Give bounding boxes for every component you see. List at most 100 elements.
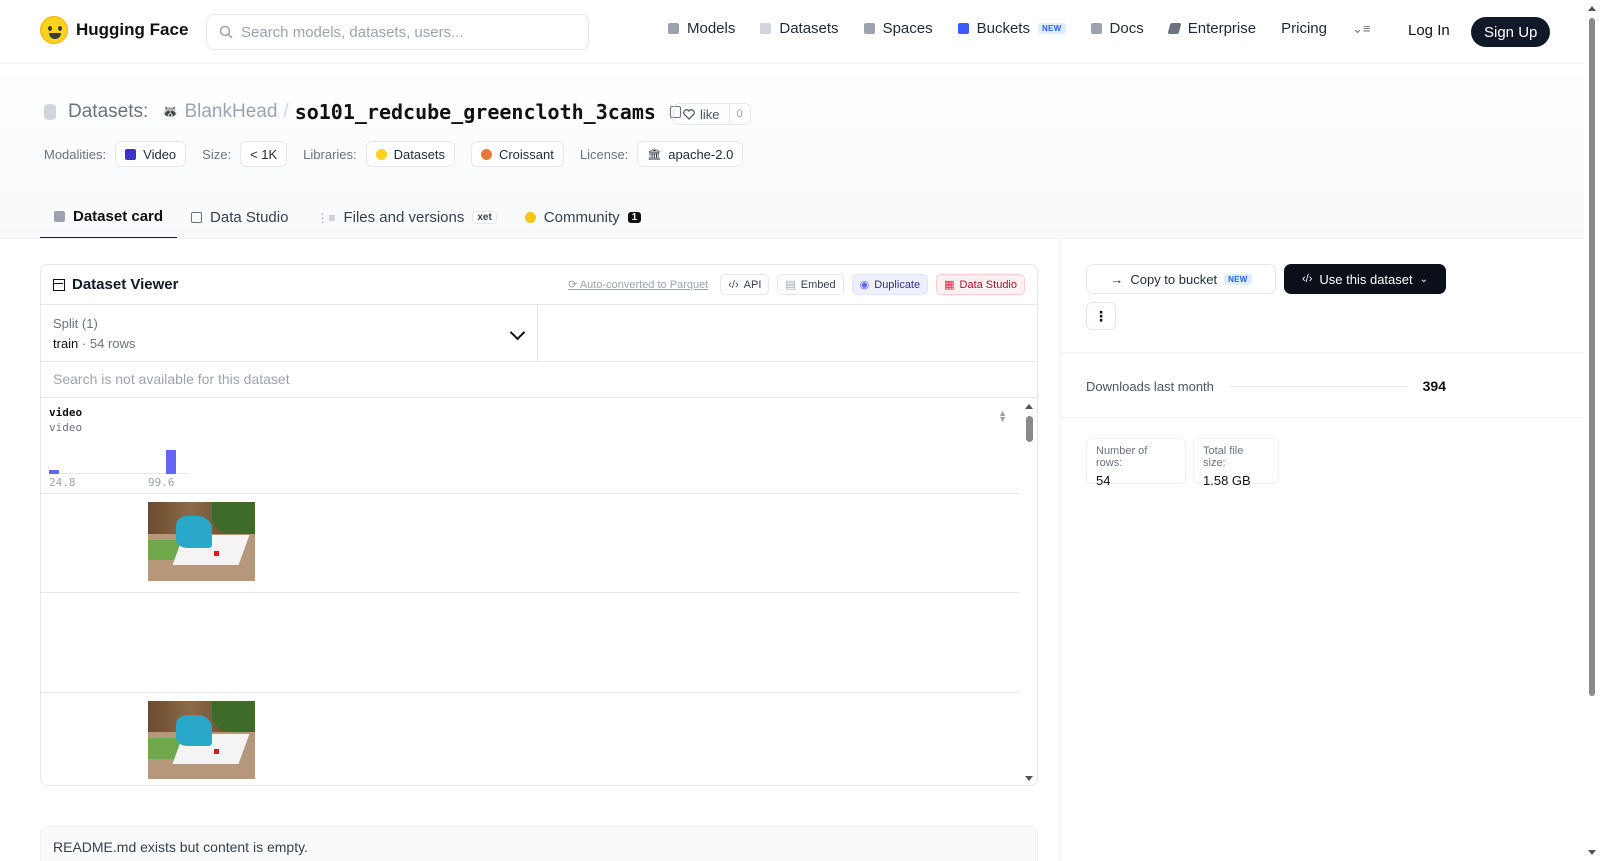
split-selector[interactable]: Split (1) train · 54 rows — [41, 305, 538, 361]
viewer-title: Dataset Viewer — [53, 276, 178, 293]
tab-dataset-card[interactable]: Dataset card — [40, 196, 178, 239]
table-icon — [53, 278, 65, 291]
repo-name[interactable]: so101_redcube_greencloth_3cams — [295, 100, 656, 124]
nav-buckets[interactable]: Buckets NEW — [957, 20, 1066, 37]
nav-enterprise[interactable]: Enterprise — [1167, 20, 1256, 37]
use-this-dataset-button[interactable]: ‹/› Use this dataset ⌄ — [1284, 264, 1446, 294]
embed-button[interactable]: ▤ Embed — [777, 274, 844, 295]
breadcrumb: Datasets: 🦝 BlankHead / so101_redcube_gr… — [44, 100, 681, 124]
sort-icon[interactable]: ▲ ▼ — [998, 409, 1007, 424]
nav-pricing[interactable]: Pricing — [1281, 20, 1327, 37]
histogram-min-label: 24.8 — [49, 476, 76, 489]
license-chip[interactable]: 🏛 apache-2.0 — [637, 141, 744, 167]
like-button[interactable]: like 0 — [673, 103, 751, 125]
license-label: License: — [579, 146, 629, 162]
duplicate-button[interactable]: ◉ Duplicate — [851, 274, 929, 295]
heart-icon — [683, 108, 695, 120]
hugging-face-logo-icon — [40, 16, 68, 44]
repo-type-label[interactable]: Datasets: — [68, 101, 148, 123]
data-studio-button[interactable]: ▦ Data Studio — [936, 274, 1025, 295]
file-size-stat: Total file size: 1.58 GB — [1193, 438, 1279, 488]
page-scrollbar-thumb[interactable] — [1589, 18, 1595, 696]
library-chip-datasets[interactable]: Datasets — [365, 141, 455, 167]
more-options-button[interactable]: ⋮ — [1086, 302, 1116, 330]
data-table: video video 24.8 99.6 ▲ ▼ — [41, 398, 1037, 785]
downloads-value: 394 — [1422, 378, 1446, 394]
search-icon — [219, 25, 233, 39]
bank-icon: 🏛 — [647, 148, 662, 161]
database-icon — [44, 104, 56, 120]
sidebar-separator — [1061, 417, 1584, 418]
rows-stat: Number of rows: 54 — [1086, 438, 1186, 488]
downloads-stat: Downloads last month 394 — [1086, 378, 1446, 394]
table-row[interactable] — [41, 693, 1019, 785]
nav-datasets[interactable]: Datasets — [760, 20, 839, 37]
column-name: video — [49, 406, 83, 419]
scroll-up-arrow-icon[interactable] — [1025, 404, 1033, 409]
table-row[interactable] — [41, 494, 1019, 593]
scroll-down-arrow-icon[interactable] — [1025, 776, 1033, 781]
signup-button[interactable]: Sign Up — [1471, 17, 1551, 47]
scrollbar-thumb[interactable] — [1026, 416, 1033, 442]
viewer-search-disabled: Search is not available for this dataset — [41, 362, 1037, 398]
nav-spaces[interactable]: Spaces — [863, 20, 933, 37]
login-link[interactable]: Log In — [1408, 22, 1450, 39]
video-icon — [125, 148, 137, 160]
xet-badge: xet — [472, 211, 497, 224]
tab-files-and-versions[interactable]: ⋮≡ Files and versions xet — [302, 196, 510, 239]
split-label: Split (1) — [53, 316, 98, 331]
histogram-bar[interactable] — [166, 450, 176, 474]
file-size-value: 1.58 GB — [1203, 473, 1251, 488]
main-nav: Models Datasets Spaces Buckets NEW Docs E… — [668, 20, 1400, 37]
dataset-metadata: Modalities: Video Size: < 1K Libraries: … — [44, 141, 759, 167]
tab-community[interactable]: Community 1 — [511, 196, 655, 239]
home-logo[interactable]: Hugging Face — [40, 16, 188, 44]
library-chip-croissant[interactable]: Croissant — [470, 141, 564, 167]
scroll-up-arrow-icon[interactable] — [1588, 6, 1596, 11]
copy-to-bucket-button[interactable]: → Copy to bucket NEW — [1086, 264, 1276, 294]
enterprise-icon — [1167, 23, 1182, 34]
rows-label: Number of rows: — [1096, 445, 1148, 469]
repo-owner-link[interactable]: BlankHead — [184, 101, 277, 123]
video-thumbnail[interactable] — [148, 502, 255, 581]
modality-chip[interactable]: Video — [115, 141, 187, 167]
nav-models[interactable]: Models — [668, 20, 735, 37]
global-search[interactable] — [206, 14, 589, 50]
table-scrollbar[interactable] — [1023, 398, 1037, 785]
arrow-right-icon: → — [1110, 271, 1124, 287]
new-badge: NEW — [1224, 273, 1252, 285]
size-label: Size: — [202, 146, 232, 162]
video-thumbnail[interactable] — [148, 701, 255, 779]
owner-avatar-icon: 🦝 — [162, 104, 179, 119]
histogram-bar[interactable] — [49, 470, 59, 474]
tab-data-studio[interactable]: Data Studio — [177, 196, 302, 239]
auto-converted-link[interactable]: ⟳ Auto-converted to Parquet — [568, 278, 708, 291]
size-chip[interactable]: < 1K — [240, 141, 288, 167]
table-icon: ▦ — [944, 279, 955, 291]
database-icon — [760, 23, 772, 34]
hugging-face-icon — [375, 148, 387, 160]
column-header-video[interactable]: video video 24.8 99.6 ▲ ▼ — [41, 398, 1019, 494]
scroll-down-arrow-icon[interactable] — [1588, 850, 1596, 855]
downloads-sparkline — [1229, 385, 1407, 387]
nav-docs[interactable]: Docs — [1090, 20, 1144, 37]
croissant-icon — [480, 148, 492, 160]
column-histogram[interactable] — [49, 446, 189, 474]
sidebar-divider — [1060, 239, 1061, 861]
table-row[interactable] — [41, 593, 1019, 693]
chevron-down-icon: ⌄ — [1419, 273, 1428, 285]
tabs-divider — [0, 238, 1584, 239]
top-navbar: Hugging Face Models Datasets Spaces Buck… — [0, 0, 1584, 64]
page-scrollbar[interactable] — [1584, 0, 1600, 861]
more-menu-icon[interactable]: ⌄≡ — [1352, 21, 1370, 37]
split-row: Split (1) train · 54 rows — [41, 305, 1037, 362]
like-count: 0 — [736, 108, 743, 120]
repo-tabs: Dataset card Data Studio ⋮≡ Files and ver… — [40, 196, 655, 239]
split-value: train · 54 rows — [53, 336, 136, 351]
api-button[interactable]: ‹/› API — [720, 274, 770, 295]
breadcrumb-separator: / — [283, 101, 289, 122]
new-badge: NEW — [1037, 23, 1066, 34]
dataset-viewer: Dataset Viewer ⟳ Auto-converted to Parqu… — [40, 264, 1038, 786]
downloads-label: Downloads last month — [1086, 378, 1214, 394]
search-input[interactable] — [241, 23, 571, 41]
